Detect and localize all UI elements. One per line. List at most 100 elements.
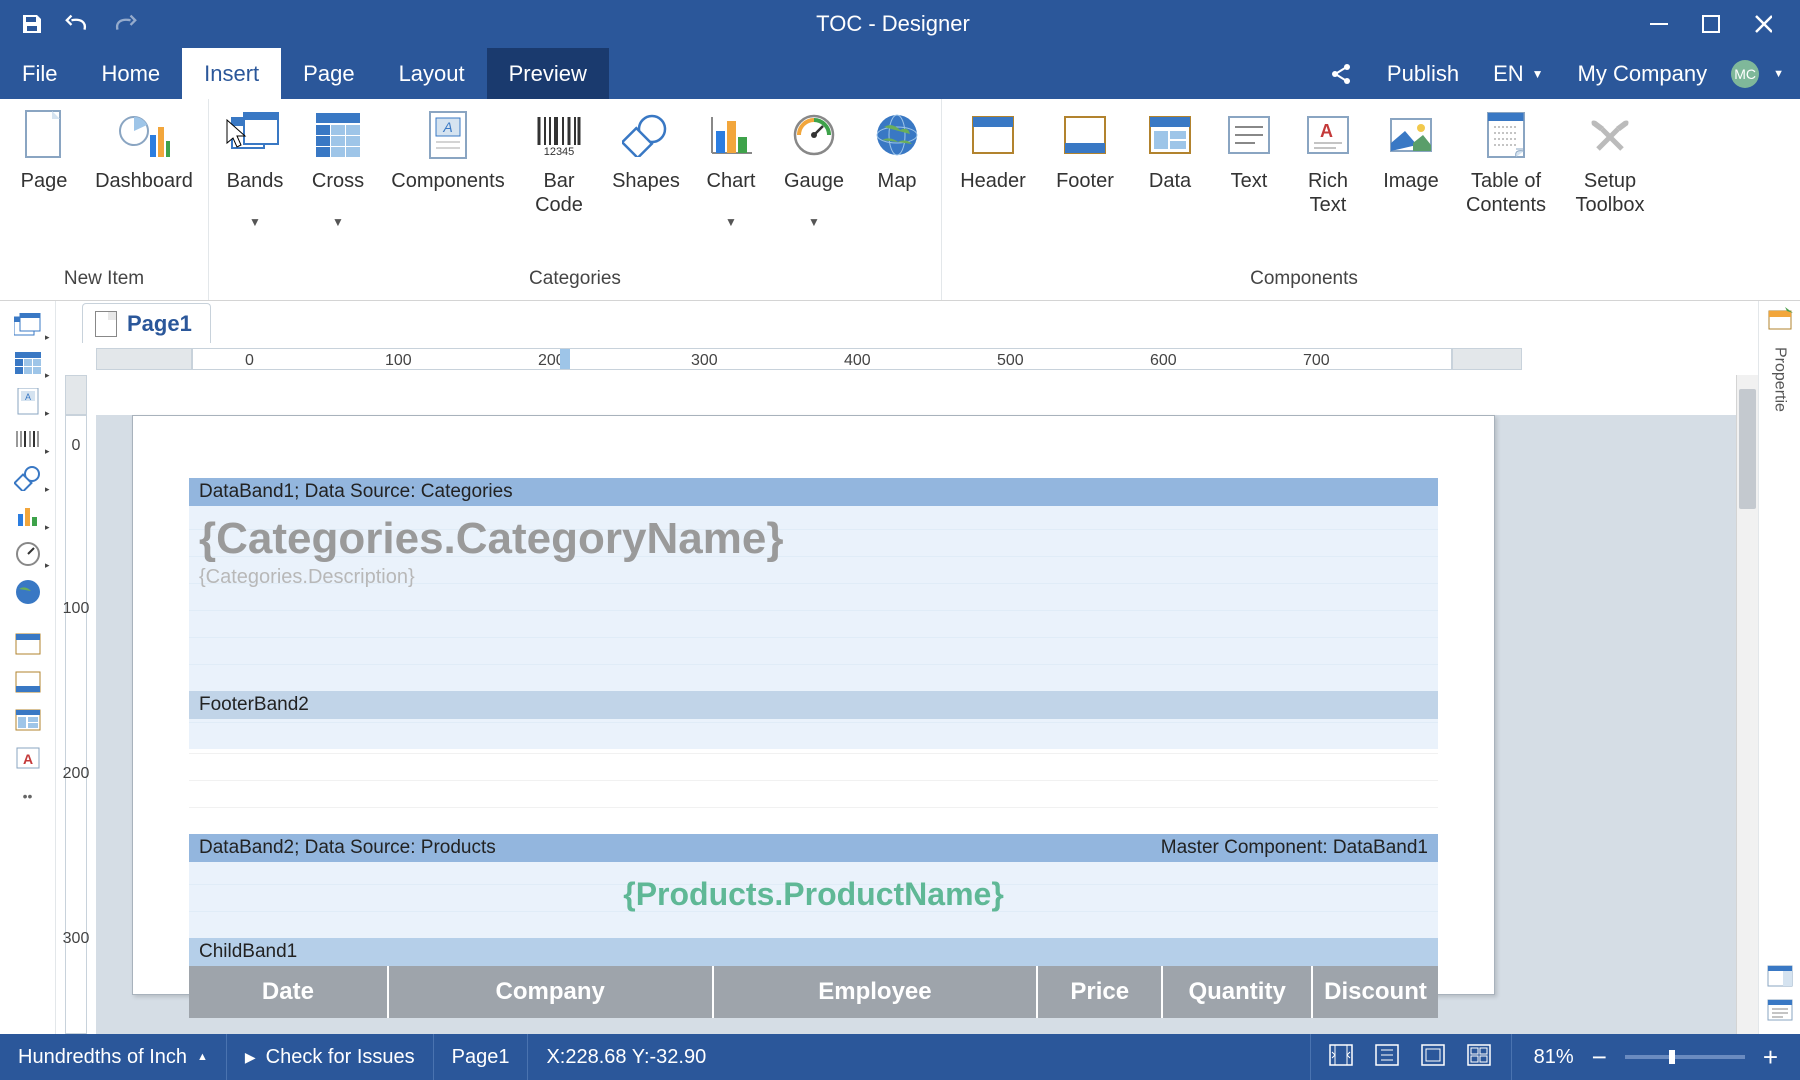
tool-text[interactable]: A [8,739,48,777]
ruler-horizontal[interactable]: 0 100 200 300 400 500 600 700 [96,343,1758,375]
panel-icon-1[interactable] [1767,964,1793,990]
databand1-body[interactable]: {Categories.CategoryName} {Categories.De… [189,506,1438,691]
company-label: My Company [1578,61,1708,87]
category-name-field[interactable]: {Categories.CategoryName} [189,506,1438,564]
footerband2-body[interactable] [189,719,1438,749]
product-name-field[interactable]: {Products.ProductName} [189,862,1438,927]
ribbon-shapes[interactable]: Shapes [601,105,691,193]
save-button[interactable] [18,10,46,38]
tool-bands[interactable]: ▸ [8,307,48,345]
ribbon-gauge[interactable]: Gauge ▼ [771,105,857,229]
language-selector[interactable]: EN ▼ [1483,61,1553,87]
undo-button[interactable] [64,10,92,38]
footerband2-header[interactable]: FooterBand2 [189,691,1438,719]
ribbon-setup-toolbox[interactable]: Setup Toolbox [1558,105,1662,217]
ribbon-page[interactable]: Page [4,105,84,193]
chevron-down-icon[interactable]: ▼ [1773,68,1784,80]
view-mode-2-icon[interactable] [1375,1044,1401,1070]
right-panel: Propertie [1758,301,1800,1034]
window-title: TOC - Designer [138,11,1648,37]
tool-gauge[interactable]: ▸ [8,535,48,573]
databand2-header[interactable]: DataBand2; Data Source: Products Master … [189,834,1438,862]
childband1-body[interactable]: Date Company Employee Price Quantity Dis… [189,966,1438,994]
ruler-tick: 100 [385,352,412,370]
scrollbar-thumb[interactable] [1739,389,1756,509]
ribbon-bands[interactable]: Bands ▼ [213,105,297,229]
zoom-value[interactable]: 81% [1534,1046,1574,1069]
tool-footer[interactable] [8,663,48,701]
page-tab[interactable]: Page1 [82,303,211,343]
th-company[interactable]: Company [389,966,714,1018]
th-discount[interactable]: Discount [1313,966,1438,1018]
ribbon-label: Chart [707,169,756,193]
tool-barcode[interactable]: ▸ [8,421,48,459]
publish-button[interactable]: Publish [1377,61,1469,87]
ribbon-map[interactable]: Map [857,105,937,193]
ribbon-label: Rich Text [1288,169,1368,217]
panel-icon-2[interactable] [1767,998,1793,1024]
ruler-vertical[interactable]: 0 100 200 300 [56,375,96,1034]
ribbon-cross[interactable]: Cross ▼ [297,105,379,229]
ribbon-data[interactable]: Data [1130,105,1210,193]
tool-data[interactable] [8,701,48,739]
databand1-header[interactable]: DataBand1; Data Source: Categories [189,478,1438,506]
workspace: ▸ ▸ A▸ ▸ ▸ ▸ ▸ A •• Page1 0 100 200 300 [0,301,1800,1034]
tool-map[interactable] [8,573,48,611]
ribbon-header[interactable]: Header [946,105,1040,193]
share-button[interactable] [1319,62,1363,86]
th-date[interactable]: Date [189,966,389,1018]
ruler-marker[interactable] [560,349,570,369]
ribbon-chart[interactable]: Chart ▼ [691,105,771,229]
tool-shapes[interactable]: ▸ [8,459,48,497]
tab-file[interactable]: File [0,48,79,99]
tab-page[interactable]: Page [281,48,376,99]
ribbon-components[interactable]: A Components [379,105,517,193]
avatar[interactable]: MC [1731,60,1759,88]
databand2-body[interactable]: {Products.ProductName} [189,862,1438,938]
units-selector[interactable]: Hundredths of Inch ▲ [0,1034,227,1080]
ribbon-dashboard[interactable]: Dashboard [84,105,204,193]
ribbon-label: Bands [227,169,284,193]
ribbon-richtext[interactable]: A Rich Text [1288,105,1368,217]
design-surface[interactable]: DataBand1; Data Source: Categories {Cate… [96,375,1736,1034]
check-issues-button[interactable]: ▶ Check for Issues [227,1034,434,1080]
th-quantity[interactable]: Quantity [1163,966,1313,1018]
th-price[interactable]: Price [1038,966,1163,1018]
redo-button[interactable] [110,10,138,38]
ribbon-text[interactable]: Text [1210,105,1288,193]
tab-preview[interactable]: Preview [487,48,609,99]
tool-more[interactable]: •• [8,777,48,815]
ribbon-label: Shapes [612,169,680,193]
tab-home[interactable]: Home [79,48,182,99]
ribbon-toc[interactable]: Table of Contents [1454,105,1558,217]
ribbon-image[interactable]: Image [1368,105,1454,193]
tab-insert[interactable]: Insert [182,48,281,99]
tool-header[interactable] [8,625,48,663]
company-menu[interactable]: My Company [1568,61,1718,87]
zoom-out-button[interactable]: − [1592,1042,1607,1073]
view-mode-4-icon[interactable] [1467,1044,1493,1070]
view-mode-1-icon[interactable] [1329,1044,1355,1070]
ribbon-footer[interactable]: Footer [1040,105,1130,193]
tab-layout[interactable]: Layout [377,48,487,99]
maximize-button[interactable] [1700,14,1720,34]
status-page[interactable]: Page1 [434,1034,529,1080]
ribbon: Page Dashboard New Item Bands ▼ Cross ▼ … [0,99,1800,301]
close-button[interactable] [1752,14,1772,34]
category-desc-field[interactable]: {Categories.Description} [189,564,1438,591]
properties-tab[interactable]: Propertie [1769,341,1791,418]
zoom-slider[interactable] [1625,1055,1745,1059]
report-page[interactable]: DataBand1; Data Source: Categories {Cate… [132,415,1495,995]
zoom-in-button[interactable]: + [1763,1042,1778,1073]
view-mode-3-icon[interactable] [1421,1044,1447,1070]
tool-cross[interactable]: ▸ [8,345,48,383]
ribbon-barcode[interactable]: 12345 Bar Code [517,105,601,217]
table-header-row[interactable]: Date Company Employee Price Quantity Dis… [189,966,1438,1018]
th-employee[interactable]: Employee [714,966,1039,1018]
minimize-button[interactable] [1648,14,1668,34]
properties-icon[interactable] [1767,307,1793,333]
vertical-scrollbar[interactable] [1736,375,1758,1034]
tool-chart[interactable]: ▸ [8,497,48,535]
childband1-header[interactable]: ChildBand1 [189,938,1438,966]
tool-components[interactable]: A▸ [8,383,48,421]
